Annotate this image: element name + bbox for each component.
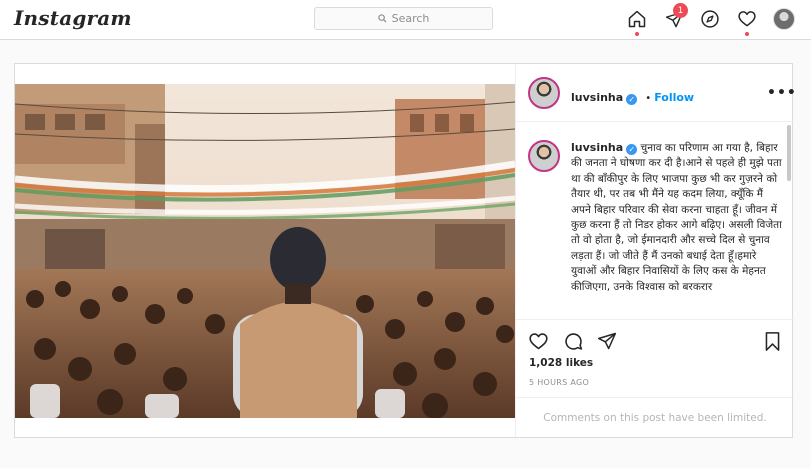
activity-button[interactable] bbox=[736, 8, 758, 36]
home-icon bbox=[628, 10, 646, 28]
home-button[interactable] bbox=[626, 8, 648, 36]
activity-dot bbox=[745, 32, 749, 36]
share-icon bbox=[597, 332, 617, 350]
instagram-logo[interactable]: Instagram bbox=[14, 6, 132, 30]
likes-count[interactable]: 1,028 likes bbox=[529, 357, 593, 369]
separator-dot: • bbox=[645, 93, 652, 104]
search-icon bbox=[377, 14, 387, 23]
author-line: luvsinha ✓ • Follow bbox=[571, 86, 694, 105]
follow-button[interactable]: Follow bbox=[654, 91, 694, 104]
search-input[interactable]: Search bbox=[314, 7, 493, 30]
caption-author-avatar[interactable] bbox=[528, 140, 560, 172]
save-button[interactable] bbox=[761, 330, 783, 352]
rally-photo-illustration bbox=[15, 84, 515, 418]
comments-limited-notice: Comments on this post have been limited. bbox=[516, 397, 794, 437]
comment-button[interactable] bbox=[562, 330, 584, 352]
comments-area[interactable]: luvsinha ✓ चुनाव का परिणाम आ गया है, बिहा… bbox=[516, 123, 794, 319]
share-button[interactable] bbox=[596, 330, 618, 352]
search-placeholder: Search bbox=[391, 12, 430, 25]
bookmark-icon bbox=[765, 331, 779, 351]
direct-messages-button[interactable]: 1 bbox=[663, 3, 688, 30]
caption-verified-badge-icon: ✓ bbox=[626, 144, 638, 155]
post-card: luvsinha ✓ • Follow ••• luvsinha ✓ चुनाव का… bbox=[14, 63, 797, 438]
post-header: luvsinha ✓ • Follow ••• bbox=[516, 64, 797, 122]
top-navigation: Instagram Search 1 bbox=[0, 0, 811, 40]
verified-badge-icon: ✓ bbox=[626, 94, 638, 105]
post-caption: luvsinha ✓ चुनाव का परिणाम आ गया है, बिहा… bbox=[571, 140, 783, 295]
post-actions bbox=[516, 319, 794, 359]
author-avatar[interactable] bbox=[528, 77, 560, 109]
comments-scrollbar[interactable] bbox=[787, 125, 791, 181]
notification-badge: 1 bbox=[673, 3, 688, 18]
explore-button[interactable] bbox=[699, 8, 721, 30]
home-active-dot bbox=[635, 32, 639, 36]
explore-icon bbox=[701, 10, 719, 28]
caption-text: चुनाव का परिणाम आ गया है, बिहार की जनता … bbox=[571, 142, 782, 293]
author-username[interactable]: luvsinha bbox=[571, 91, 623, 104]
post-photo[interactable] bbox=[15, 84, 515, 418]
post-timestamp[interactable]: 5 HOURS AGO bbox=[529, 378, 589, 387]
caption-username[interactable]: luvsinha bbox=[571, 141, 623, 154]
profile-avatar[interactable] bbox=[773, 8, 795, 30]
post-side-panel: luvsinha ✓ • Follow ••• luvsinha ✓ चुनाव का… bbox=[515, 64, 797, 437]
like-button[interactable] bbox=[527, 330, 549, 352]
heart-icon bbox=[528, 332, 548, 349]
heart-icon bbox=[738, 11, 756, 27]
more-options-button[interactable]: ••• bbox=[767, 85, 797, 101]
comment-icon bbox=[564, 332, 582, 350]
